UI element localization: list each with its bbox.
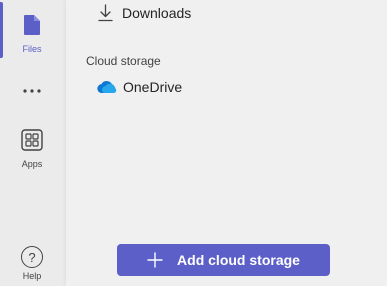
plus-icon [147,252,163,268]
cloud-storage-heading: Cloud storage [86,54,161,68]
rail-item-more[interactable] [0,84,64,102]
add-cloud-storage-button[interactable]: Add cloud storage [117,244,330,276]
app-rail: Files Apps ? Help [0,0,64,286]
onedrive-icon [95,79,117,95]
rail-item-files[interactable]: Files [0,14,64,54]
apps-icon [21,129,43,156]
files-panel: Downloads Cloud storage OneDrive Add clo… [66,0,387,286]
onedrive-item[interactable]: OneDrive [95,79,182,95]
download-icon [98,4,113,22]
file-icon [23,14,41,41]
downloads-label: Downloads [122,5,192,21]
rail-item-help[interactable]: ? Help [0,246,64,281]
rail-item-apps[interactable]: Apps [0,129,64,169]
onedrive-label: OneDrive [123,79,183,95]
downloads-item[interactable]: Downloads [98,4,191,22]
help-icon: ? [21,246,43,268]
add-cloud-storage-label: Add cloud storage [177,252,300,268]
rail-item-label: Help [22,271,42,281]
rail-item-label: Files [22,44,42,54]
rail-item-label: Apps [21,159,43,169]
more-icon [22,84,42,102]
